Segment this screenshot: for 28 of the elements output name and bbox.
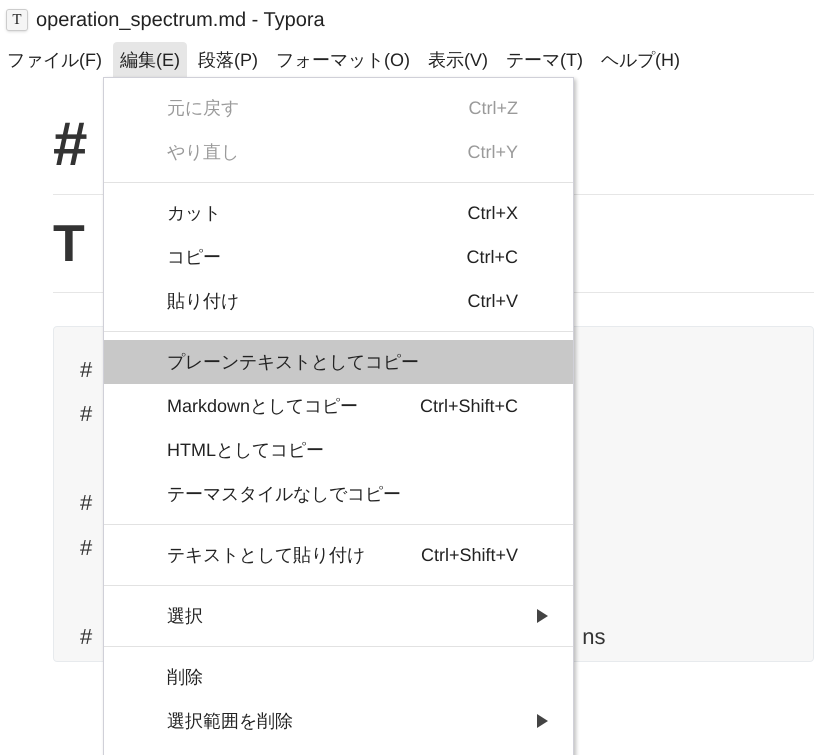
code-text: # xyxy=(80,400,92,428)
menu-item[interactable]: 選択範囲を削除 xyxy=(104,699,573,743)
menu-bar-item[interactable]: 表示(V) xyxy=(420,42,495,79)
code-text: # xyxy=(80,489,92,518)
menu-item[interactable]: HTMLとしてコピー xyxy=(104,428,573,472)
menu-bar-item[interactable]: 段落(P) xyxy=(190,42,265,79)
menu-bar-item[interactable]: ファイル(F) xyxy=(0,42,109,79)
code-text: ns xyxy=(582,622,606,651)
heading-text: T xyxy=(53,218,85,270)
menu-item[interactable]: プレーンテキストとしてコピー xyxy=(104,340,573,384)
heading-text: # xyxy=(53,114,88,176)
menu-item[interactable]: コピー Ctrl+C xyxy=(104,235,573,279)
menu-item[interactable]: カット Ctrl+X xyxy=(104,191,573,235)
window-title: operation_spectrum.md - Typora xyxy=(36,8,325,33)
menu-item[interactable]: テキストとして貼り付け Ctrl+Shift+V xyxy=(104,533,573,577)
menu-item[interactable]: 削除 xyxy=(104,655,573,699)
menu-item[interactable]: 選択 xyxy=(104,594,573,638)
code-text: # xyxy=(80,534,92,562)
menu-bar-item[interactable]: ヘルプ(H) xyxy=(594,42,687,79)
menu-bar-item[interactable]: テーマ(T) xyxy=(498,42,590,79)
code-text: # xyxy=(80,356,92,384)
code-text: # xyxy=(80,622,92,651)
menu-bar-item[interactable]: フォーマット(O) xyxy=(268,42,417,79)
menu-item[interactable]: テーマスタイルなしでコピー xyxy=(104,472,573,516)
menu-item[interactable]: Markdownとしてコピー Ctrl+Shift+C xyxy=(104,384,573,428)
menu-bar-item[interactable]: 編集(E) xyxy=(112,42,187,79)
menu-item[interactable]: 貼り付け Ctrl+V xyxy=(104,279,573,323)
app-icon: T xyxy=(6,9,28,31)
